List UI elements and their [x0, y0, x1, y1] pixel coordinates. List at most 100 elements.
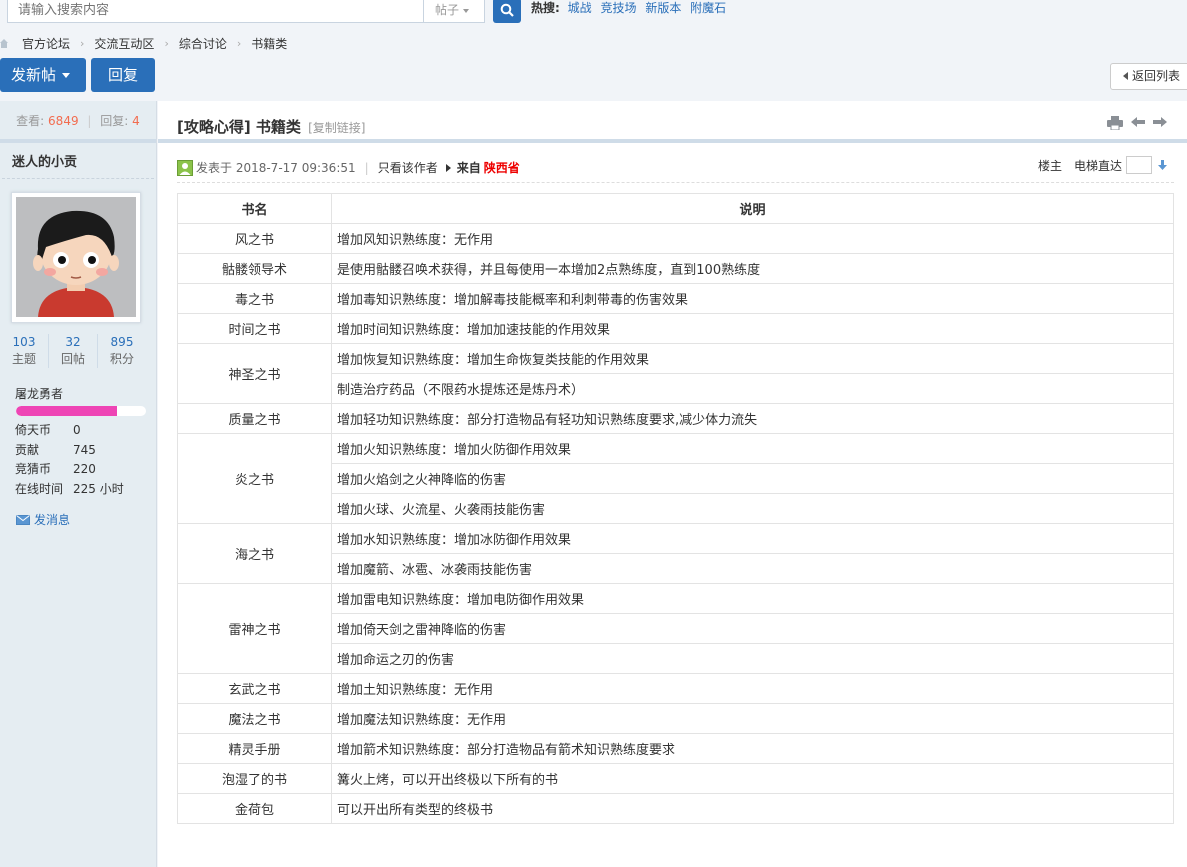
book-name-cell: 炎之书 — [177, 433, 332, 524]
book-name-cell: 风之书 — [177, 223, 332, 254]
reply-button[interactable]: 回复 — [91, 58, 155, 92]
stats-divider: | — [87, 114, 92, 128]
online-status-icon — [177, 159, 193, 176]
user-rank: 屠龙勇者 — [15, 387, 64, 401]
replies-count: 4 — [132, 114, 140, 128]
hot-label: 热搜: — [531, 1, 560, 15]
book-name-cell: 玄武之书 — [177, 673, 332, 704]
chevron-down-icon — [62, 73, 71, 78]
author-name[interactable]: 迷人的小贡 — [2, 143, 154, 179]
book-desc-cell: 增加火焰剑之火神降临的伤害 — [331, 463, 1174, 494]
next-thread-icon[interactable] — [1153, 116, 1167, 128]
hot-link[interactable]: 城战 — [568, 1, 592, 15]
send-message-link[interactable]: 发消息 — [16, 511, 70, 528]
book-name-cell: 骷髅领导术 — [177, 253, 332, 284]
book-name-cell: 精灵手册 — [177, 733, 332, 764]
info-key: 贡献 — [15, 442, 40, 457]
previous-thread-icon[interactable] — [1131, 116, 1145, 128]
new-post-button[interactable]: 发新帖 — [0, 58, 86, 92]
author-sidebar: 查看: 6849 | 回复: 4 迷人的小贡 103 主题 32 回帖 895 … — [0, 101, 157, 867]
book-desc-cell: 增加雷电知识熟练度：增加电防御作用效果 — [331, 583, 1174, 614]
table-row: 毒之书 增加毒知识熟练度：增加解毒技能概率和利刺带毒的伤害效果 — [177, 283, 1174, 314]
user-stat-replies[interactable]: 32 回帖 — [49, 334, 98, 368]
table-row: 魔法之书 增加魔法知识熟练度：无作用 — [177, 703, 1174, 734]
book-desc-cell: 增加箭术知识熟练度：部分打造物品有箭术知识熟练度要求 — [331, 733, 1174, 764]
user-stat-threads[interactable]: 103 主题 — [0, 334, 49, 368]
user-stat-points[interactable]: 895 积分 — [98, 334, 146, 368]
book-desc-cell: 增加魔法知识熟练度：无作用 — [331, 703, 1174, 734]
info-key: 在线时间 — [15, 481, 64, 496]
table-row: 海之书 增加水知识熟练度：增加冰防御作用效果 — [177, 523, 1174, 584]
home-icon[interactable] — [0, 38, 8, 48]
copy-link[interactable]: [复制链接] — [308, 121, 365, 135]
breadcrumb: 官方论坛 › 交流互动区 › 综合讨论 › 书籍类 — [0, 34, 287, 52]
envelope-icon — [16, 514, 30, 525]
books-table-body: 风之书 增加风知识熟练度：无作用 骷髅领导术 是使用骷髅召唤术获得，并且每使用一本增加… — [177, 223, 1174, 824]
hot-link[interactable]: 竞技场 — [600, 1, 636, 15]
book-desc-cell: 增加土知识熟练度：无作用 — [331, 673, 1174, 704]
book-name-cell: 神圣之书 — [177, 343, 332, 404]
book-desc-cell: 增加水知识熟练度：增加冰防御作用效果 — [331, 523, 1174, 554]
post-meta: 发表于 2018-7-17 09:36:51 | 只看该作者 来自 陕西省 — [177, 153, 1174, 183]
book-name-cell: 泡湿了的书 — [177, 763, 332, 794]
book-desc-cell: 可以开出所有类型的终极书 — [331, 793, 1174, 824]
table-row: 雷神之书 增加雷电知识熟练度：增加电防御作用效果 — [177, 583, 1174, 674]
send-message-label: 发消息 — [34, 513, 71, 527]
column-header-name: 书名 — [177, 193, 332, 224]
book-desc-cell: 增加轻功知识熟练度：部分打造物品有轻功知识熟练度要求,减少体力流失 — [331, 403, 1174, 434]
arrow-down-icon[interactable] — [1158, 160, 1167, 170]
search-input[interactable] — [7, 0, 424, 23]
table-row: 炎之书 增加火知识熟练度：增加火防御作用效果 — [177, 433, 1174, 524]
post-main: [攻略心得] 书籍类 [复制链接] 发表于 2018-7-17 09:36:51… — [158, 101, 1187, 867]
back-to-list-button[interactable]: 返回列表 — [1110, 63, 1187, 90]
breadcrumb-separator: › — [164, 36, 169, 50]
breadcrumb-item[interactable]: 交流互动区 — [94, 35, 154, 52]
hot-link[interactable]: 附魔石 — [690, 1, 726, 15]
user-info-row: 贡献 745 — [15, 441, 124, 461]
new-post-label: 发新帖 — [11, 66, 57, 84]
user-stats: 103 主题 32 回帖 895 积分 — [0, 334, 146, 368]
avatar-illustration — [16, 197, 136, 317]
info-key: 倚天币 — [15, 423, 52, 437]
book-desc-cell: 增加倚天剑之雷神降临的伤害 — [331, 613, 1174, 644]
stat-value: 103 — [12, 335, 36, 349]
book-desc-cell: 增加毒知识熟练度：增加解毒技能概率和利刺带毒的伤害效果 — [331, 283, 1174, 314]
book-name-cell: 质量之书 — [177, 403, 332, 434]
search-type-select[interactable]: 帖子 — [423, 0, 485, 23]
info-value: 220 — [73, 462, 96, 476]
post-location: 陕西省 — [483, 161, 520, 175]
breadcrumb-item[interactable]: 书籍类 — [251, 35, 287, 52]
print-icon[interactable] — [1107, 116, 1123, 130]
breadcrumb-item[interactable]: 官方论坛 — [22, 35, 70, 52]
user-info-row: 倚天币 0 — [15, 421, 124, 441]
rank-progress-bar — [16, 406, 146, 416]
stat-value: 32 — [65, 335, 81, 349]
table-row: 神圣之书 增加恢复知识熟练度：增加生命恢复类技能的作用效果 — [177, 343, 1174, 404]
avatar[interactable] — [11, 192, 141, 323]
table-row: 精灵手册 增加箭术知识熟练度：部分打造物品有箭术知识熟练度要求 — [177, 733, 1174, 764]
table-row: 风之书 增加风知识熟练度：无作用 — [177, 223, 1174, 254]
post-time: 发表于 2018-7-17 09:36:51 — [196, 161, 356, 175]
jump-label: 电梯直达 — [1073, 158, 1122, 173]
rank-progress-fill — [16, 406, 118, 416]
hot-link[interactable]: 新版本 — [645, 1, 681, 15]
book-name-cell: 金荷包 — [177, 793, 332, 824]
thread-stats: 查看: 6849 | 回复: 4 — [0, 101, 156, 143]
user-info-row: 在线时间 225 小时 — [15, 480, 124, 500]
caret-right-icon — [445, 163, 451, 172]
info-key: 竞猜币 — [15, 462, 52, 476]
table-row: 金荷包 可以开出所有类型的终极书 — [177, 793, 1174, 824]
breadcrumb-item[interactable]: 综合讨论 — [179, 35, 227, 52]
meta-divider: | — [364, 160, 369, 175]
search-button[interactable] — [493, 0, 521, 23]
table-header-row: 书名 说明 — [177, 193, 1174, 224]
books-table: 书名 说明 风之书 增加风知识熟练度：无作用 骷髅领导术 是使用骷髅召唤术获得，并且每… — [177, 193, 1174, 824]
stat-label: 主题 — [11, 352, 36, 366]
views-label: 查看: — [16, 114, 45, 128]
chevron-down-icon — [463, 8, 470, 13]
only-author-link[interactable]: 只看该作者 — [378, 159, 438, 176]
search-icon — [500, 3, 514, 17]
book-desc-cell: 增加火知识熟练度：增加火防御作用效果 — [331, 433, 1174, 464]
floor-jump-input[interactable] — [1126, 156, 1152, 174]
post-title-row: [攻略心得] 书籍类 [复制链接] — [158, 101, 1187, 143]
